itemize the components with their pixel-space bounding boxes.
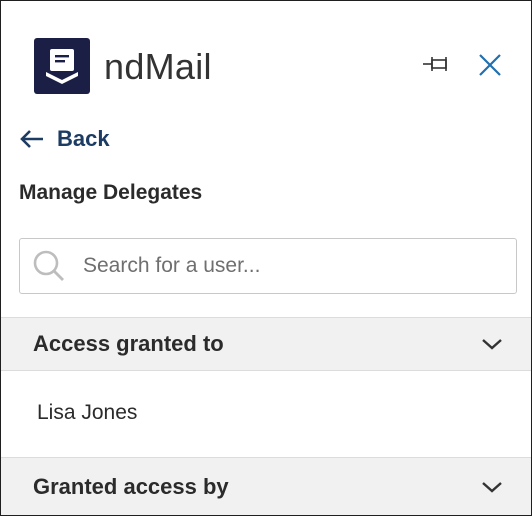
section-label: Access granted to xyxy=(33,331,224,356)
app-name: ndMail xyxy=(104,46,212,87)
search-icon xyxy=(33,250,64,281)
section-access-granted-to[interactable]: Access granted to xyxy=(1,317,531,371)
section-granted-access-by[interactable]: Granted access by xyxy=(1,457,531,515)
back-label: Back xyxy=(57,126,110,151)
list-item[interactable]: Lisa Jones xyxy=(37,401,137,425)
chevron-down-icon xyxy=(482,339,502,350)
search-input[interactable] xyxy=(81,253,485,279)
arrow-left-icon xyxy=(20,130,43,148)
mail-logo-icon xyxy=(46,49,78,84)
search-box[interactable] xyxy=(19,238,517,294)
page-title: Manage Delegates xyxy=(19,181,203,204)
section-label: Granted access by xyxy=(33,474,229,499)
back-button[interactable]: Back xyxy=(19,123,110,155)
close-icon[interactable] xyxy=(476,51,504,79)
pane-header: ndMail xyxy=(1,1,531,101)
delegates-pane: ndMail Back Manage Delegates Search for … xyxy=(0,0,532,516)
chevron-down-icon xyxy=(482,482,502,493)
pin-icon[interactable] xyxy=(421,53,451,75)
app-logo xyxy=(34,38,90,94)
